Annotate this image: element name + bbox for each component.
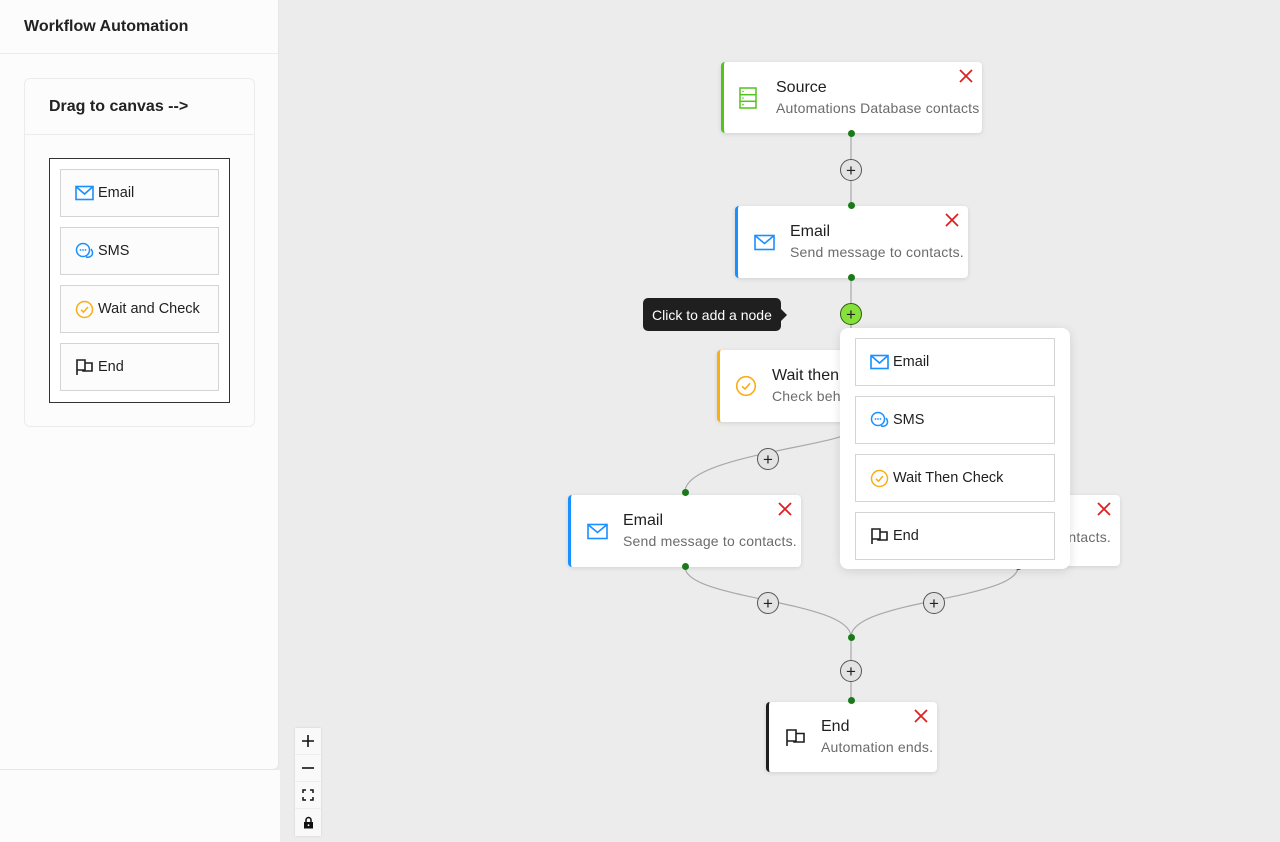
add-node-button-active[interactable]: + xyxy=(840,303,862,325)
popup-item-sms[interactable]: SMS xyxy=(855,396,1055,444)
palette-heading: Drag to canvas --> xyxy=(25,79,254,135)
chat-icon xyxy=(870,411,889,430)
add-node-button[interactable]: + xyxy=(923,592,945,614)
palette-list: Email SMS Wait and Check End xyxy=(49,158,230,403)
popup-item-label: Wait Then Check xyxy=(893,470,1004,486)
fit-view-button[interactable] xyxy=(295,782,321,809)
connector-handle[interactable] xyxy=(847,634,855,641)
app-title: Workflow Automation xyxy=(0,0,278,54)
close-icon[interactable] xyxy=(1096,501,1112,517)
popup-item-wait-then-check[interactable]: Wait Then Check xyxy=(855,454,1055,502)
flag-icon xyxy=(783,728,807,747)
connector-handle[interactable] xyxy=(681,489,689,496)
sidebar: Workflow Automation Drag to canvas --> E… xyxy=(0,0,279,770)
palette-item-sms[interactable]: SMS xyxy=(60,227,219,275)
mail-icon xyxy=(585,523,609,540)
sidebar-footer xyxy=(0,770,280,842)
node-description: ntacts. xyxy=(1068,529,1111,545)
close-icon[interactable] xyxy=(958,68,974,84)
node-title: Email xyxy=(790,223,831,240)
check-circle-icon xyxy=(734,375,758,397)
node-email-branch-left[interactable]: Email Send message to contacts. xyxy=(568,495,801,567)
fit-view-icon xyxy=(302,789,314,801)
node-email[interactable]: Email Send message to contacts. xyxy=(735,206,968,278)
add-node-button[interactable]: + xyxy=(757,592,779,614)
palette-item-wait-and-check[interactable]: Wait and Check xyxy=(60,285,219,333)
add-node-popup: Email SMS Wait Then Check End xyxy=(840,328,1070,569)
popup-item-label: End xyxy=(893,528,919,544)
connector-handle[interactable] xyxy=(847,274,855,281)
chat-icon xyxy=(75,242,94,261)
add-node-button[interactable]: + xyxy=(840,660,862,682)
palette-item-label: SMS xyxy=(98,243,130,259)
plus-icon xyxy=(302,735,314,747)
flag-icon xyxy=(75,358,94,377)
connector-handle[interactable] xyxy=(847,697,855,704)
connector-handle[interactable] xyxy=(681,563,689,570)
node-description: Send message to contacts. xyxy=(790,244,964,260)
tooltip: Click to add a node xyxy=(643,298,787,331)
palette-item-email[interactable]: Email xyxy=(60,169,219,217)
mail-icon xyxy=(752,234,776,251)
popup-item-end[interactable]: End xyxy=(855,512,1055,560)
popup-item-label: Email xyxy=(893,354,930,370)
node-end[interactable]: End Automation ends. xyxy=(766,702,937,772)
mail-icon xyxy=(75,184,94,203)
zoom-out-button[interactable] xyxy=(295,755,321,782)
check-circle-icon xyxy=(870,469,889,488)
popup-item-email[interactable]: Email xyxy=(855,338,1055,386)
node-description: Automation ends. xyxy=(821,739,934,755)
lock-icon xyxy=(303,816,313,829)
popup-item-label: SMS xyxy=(893,412,925,428)
check-circle-icon xyxy=(75,300,94,319)
node-description: Send message to contacts. xyxy=(623,533,797,549)
database-icon xyxy=(730,86,766,109)
add-node-button[interactable]: + xyxy=(840,159,862,181)
zoom-in-button[interactable] xyxy=(295,728,321,755)
canvas-controls xyxy=(295,728,321,836)
node-description: Check beha xyxy=(772,388,849,404)
mail-icon xyxy=(870,353,889,372)
node-description: Automations Database contacts xyxy=(776,99,980,116)
palette-item-label: Email xyxy=(98,185,135,201)
palette-card: Drag to canvas --> Email SMS Wait and Ch… xyxy=(24,78,255,427)
palette-item-label: End xyxy=(98,359,124,375)
lock-button[interactable] xyxy=(295,809,321,836)
palette-item-end[interactable]: End xyxy=(60,343,219,391)
node-title: Email xyxy=(623,512,664,529)
palette-item-label: Wait and Check xyxy=(98,301,200,317)
minus-icon xyxy=(302,767,314,769)
close-icon[interactable] xyxy=(944,212,960,228)
flag-icon xyxy=(870,527,889,546)
node-source[interactable]: Source Automations Database contacts xyxy=(721,62,982,133)
node-title: Source xyxy=(776,78,827,96)
close-icon[interactable] xyxy=(777,501,793,517)
close-icon[interactable] xyxy=(913,708,929,724)
connector-handle[interactable] xyxy=(847,130,855,137)
add-node-button[interactable]: + xyxy=(757,448,779,470)
connector-handle[interactable] xyxy=(847,202,855,209)
node-title: Wait then xyxy=(772,367,839,384)
